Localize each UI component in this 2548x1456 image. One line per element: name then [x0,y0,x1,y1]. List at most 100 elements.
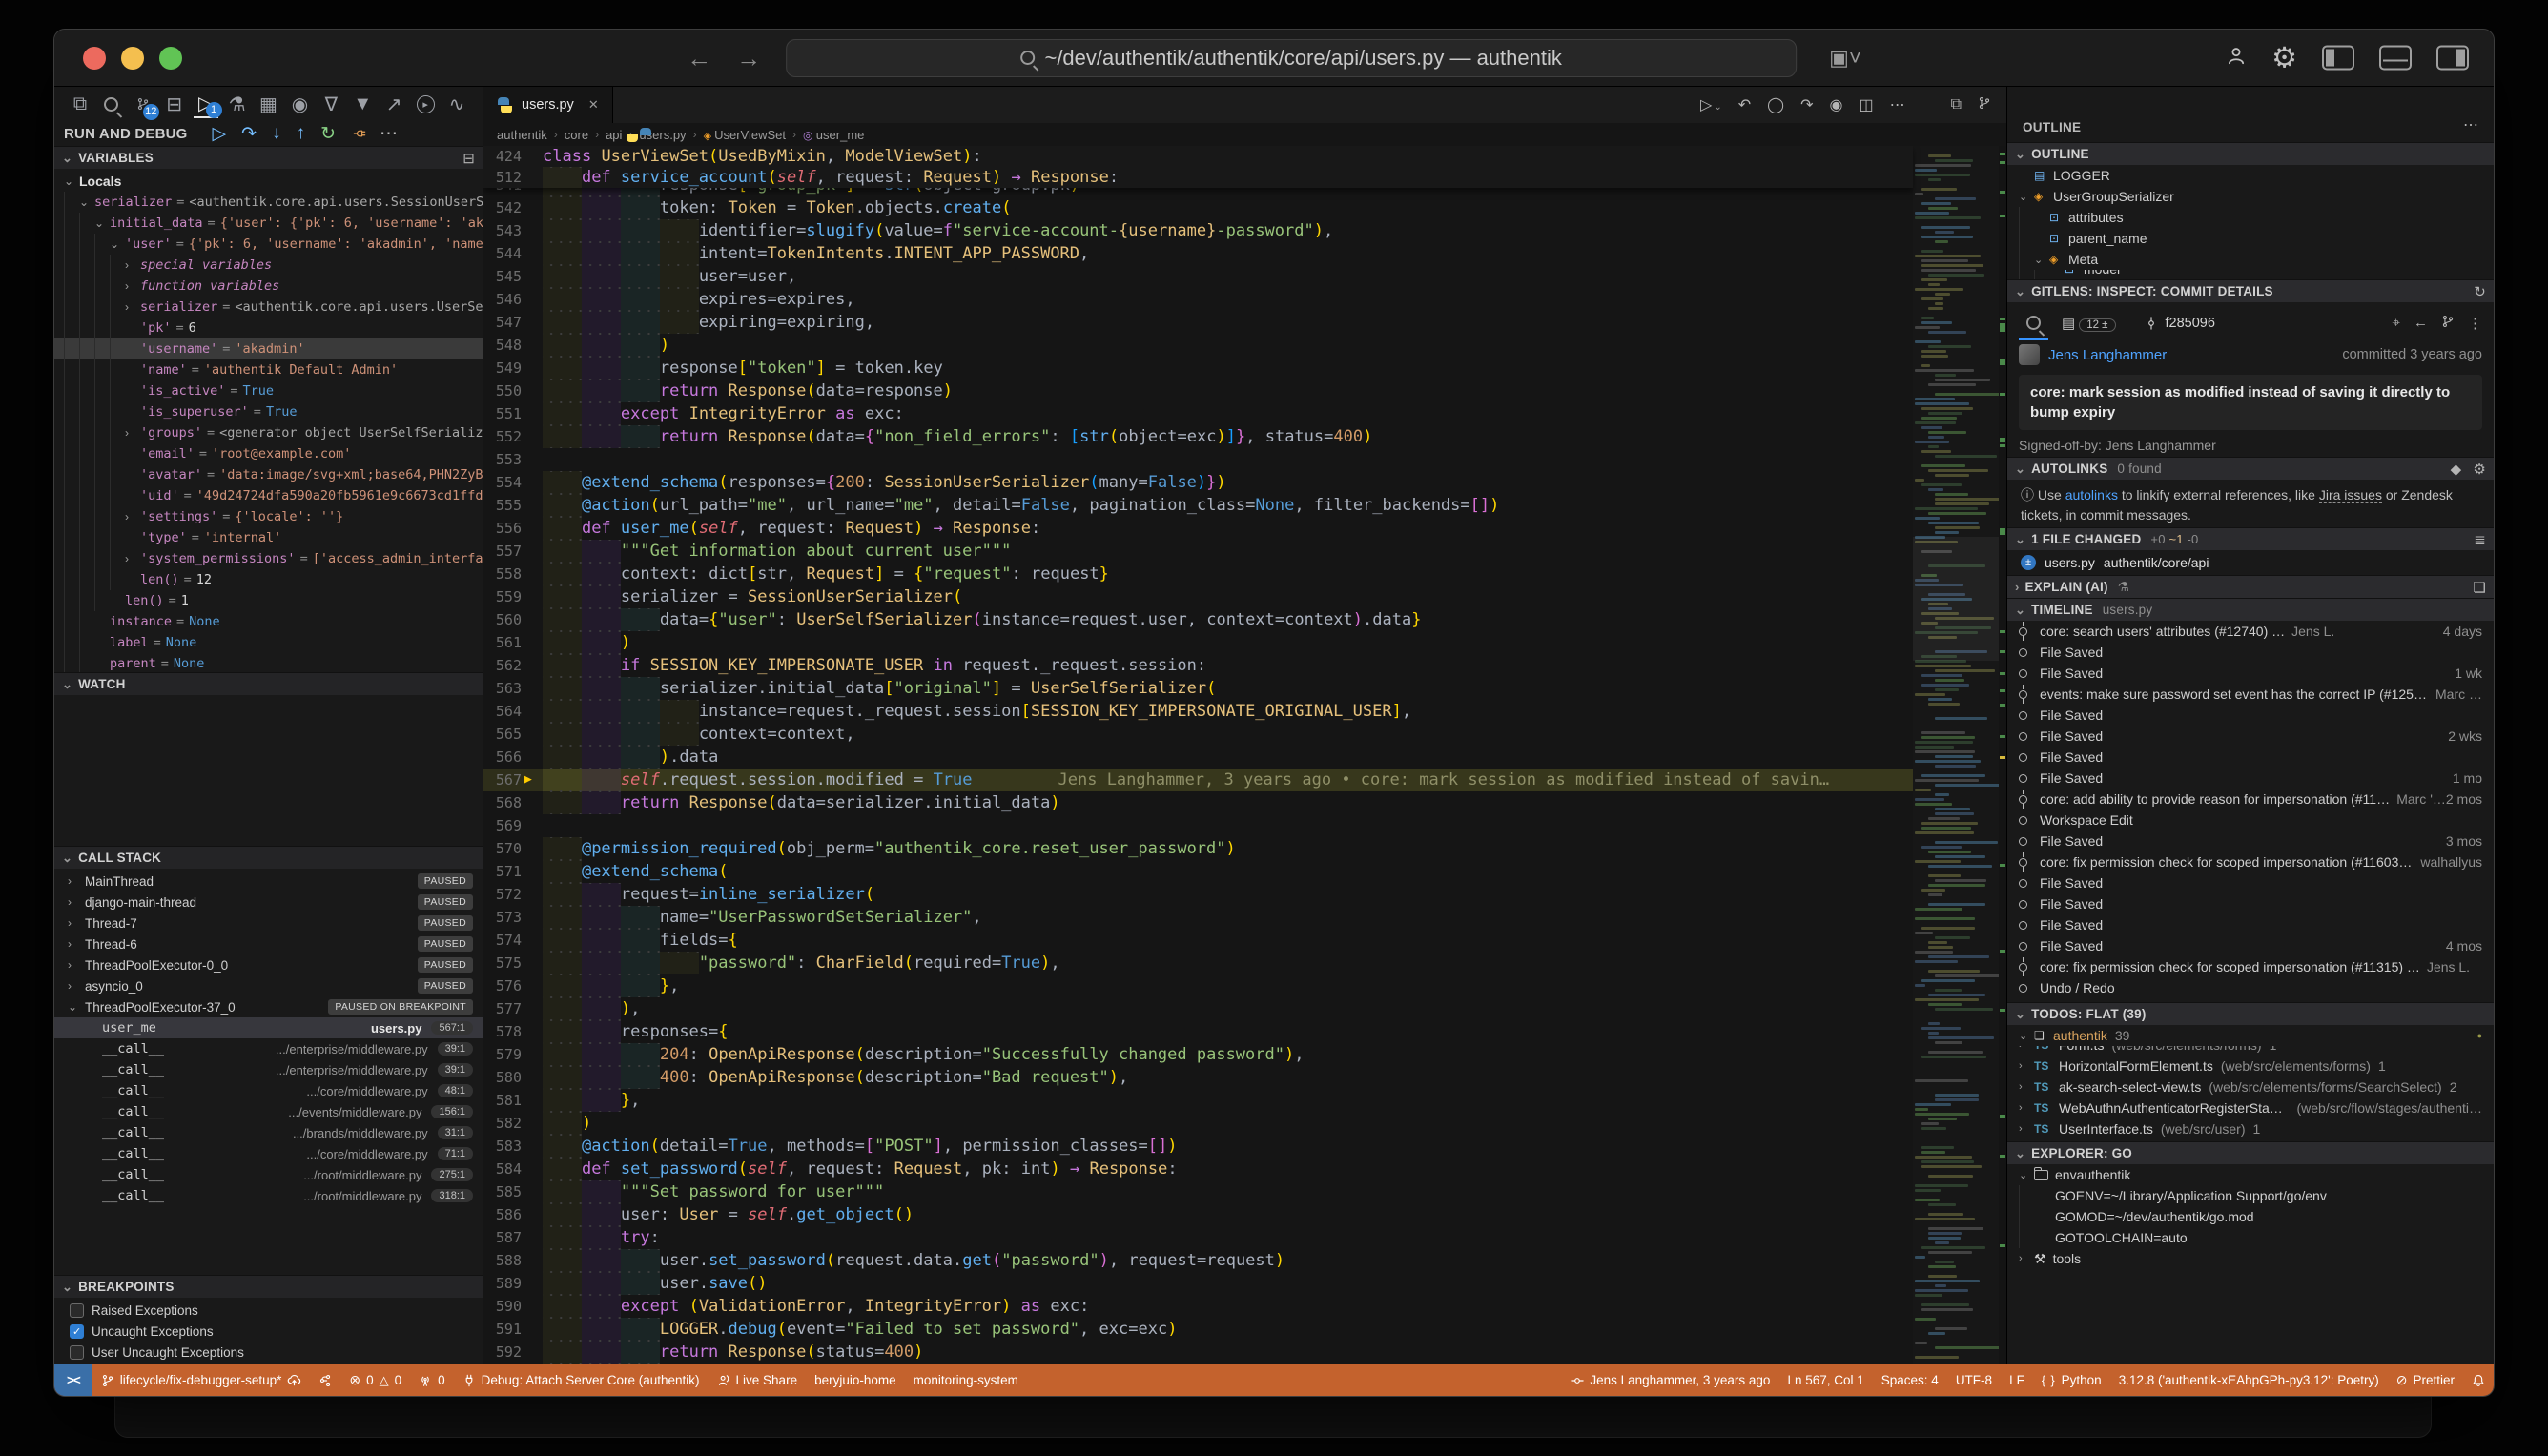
status-language[interactable]: { }Python [2033,1364,2110,1396]
variable-row[interactable]: len()=12 [54,569,483,590]
twisty-icon[interactable]: › [68,937,85,951]
variable-row[interactable]: ⌄serializer=<authentik.core.api.users.Se… [54,192,483,213]
todos-section-header[interactable]: ⌄ TODOS: FLAT (39) [2007,1002,2494,1025]
status-problems[interactable]: ⊗0△0 [340,1364,410,1396]
diamond-icon[interactable]: ◆ [2451,461,2462,478]
gear-icon[interactable]: ⚙ [2473,461,2486,478]
code-line[interactable]: 586 user: User = self.get_object() [483,1203,1913,1226]
autolinks-link[interactable]: autolinks [2065,487,2118,502]
twisty-icon[interactable]: › [125,258,140,272]
continue-icon[interactable]: ▷ [213,123,227,145]
status-indentation[interactable]: Spaces: 4 [1873,1364,1947,1396]
outline-item[interactable]: ⌄◈UserGroupSerializer [2007,186,2494,207]
activity-extensions-icon[interactable]: ▦ [257,90,281,118]
code-line[interactable]: 546 expires=expires, [483,288,1913,311]
command-center-search[interactable]: ~/dev/authentik/authentik/core/api/users… [786,39,1797,77]
code-line[interactable]: 578 responses={ [483,1020,1913,1043]
todo-file-row[interactable]: ›TSUserInterface.ts(web/src/user)1 [2007,1118,2494,1139]
minimize-window-button[interactable] [121,47,144,70]
code-line[interactable]: 560 data={"user": UserSelfSerializer(ins… [483,608,1913,631]
variables-section-header[interactable]: ⌄ VARIABLES ⊟ [54,146,483,169]
split-editor-icon[interactable]: ◫ [1859,95,1873,114]
twisty-icon[interactable]: › [68,874,85,888]
variable-row[interactable]: ›'groups'=<generator object UserSelfSeri… [54,422,483,443]
autolinks-section-header[interactable]: ⌄ AUTOLINKS 0 found ◆⚙ [2007,457,2494,480]
timeline-item[interactable]: File Saved [2007,914,2494,935]
more-icon[interactable]: ⋯ [380,123,398,145]
settings-gear-icon[interactable]: ⚙ [2271,41,2297,74]
twisty-icon[interactable]: › [2019,1081,2034,1093]
code-line[interactable]: 549 response["token"] = token.key [483,357,1913,379]
open-changes-icon[interactable]: ⧉ [1951,96,1962,113]
twisty-icon[interactable]: › [2019,1253,2034,1264]
variable-row[interactable]: 'name'='authentik Default Admin' [54,359,483,380]
jira-issues-link[interactable]: Jira issues [2319,487,2382,503]
activity-run-circle-icon[interactable]: ▸ [413,90,438,118]
twisty-icon[interactable]: › [68,895,85,909]
breadcrumb-item[interactable]: authentik [497,128,547,142]
code-line[interactable]: 542 token: Token = Token.objects.create( [483,196,1913,219]
code-line[interactable]: 589 user.save() [483,1272,1913,1295]
remote-window-icon[interactable]: ▣˅ [1829,46,1861,71]
variable-row[interactable]: parent=None [54,653,483,672]
variable-row[interactable]: ›special variables [54,255,483,276]
todo-file-row[interactable]: ›TSHorizontalFormElement.ts(web/src/elem… [2007,1056,2494,1077]
timeline-item[interactable]: core: fix permission check for scoped im… [2007,851,2494,872]
twisty-icon[interactable]: › [125,279,140,293]
timeline-section-header[interactable]: ⌄ TIMELINE users.py [2007,598,2494,621]
code-line[interactable]: 551 except IntegrityError as exc: [483,402,1913,425]
call-stack-thread[interactable]: ›Thread-7PAUSED [54,913,483,933]
call-stack-frame[interactable]: __call__.../root/middleware.py318:1 [54,1185,483,1206]
code-line[interactable]: 584 def set_password(self, request: Requ… [483,1158,1913,1180]
gitlens-section-header[interactable]: ⌄ GITLENS: INSPECT: COMMIT DETAILS ↻ [2007,279,2494,302]
variable-row[interactable]: 'username'='akadmin' [54,338,483,359]
twisty-icon[interactable]: ⌄ [64,174,79,188]
status-blame[interactable]: Jens Langhammer, 3 years ago [1562,1364,1778,1396]
variable-row[interactable]: 'pk'=6 [54,318,483,338]
variable-row[interactable]: ⌄'user'={'pk': 6, 'username': 'akadmin',… [54,234,483,255]
breadcrumb-item[interactable]: core [565,128,588,142]
variable-row[interactable]: 'type'='internal' [54,527,483,548]
watch-section-header[interactable]: ⌄ WATCH [54,672,483,695]
timeline-item[interactable]: File Saved3 mos [2007,831,2494,851]
timeline-item[interactable]: File Saved1 mo [2007,768,2494,789]
todo-file-row[interactable]: ›TSForm.ts(web/src/elements/forms)1 [2007,1046,2494,1056]
twisty-icon[interactable]: ⌄ [110,237,125,251]
breadcrumb-item[interactable]: users.py [639,128,686,142]
code-line[interactable]: 580 400: OpenApiResponse(description="Ba… [483,1066,1913,1089]
breadcrumb-item[interactable]: api [606,128,622,142]
explorer-row[interactable]: GOENV=~/Library/Application Support/go/e… [2007,1185,2494,1206]
outline-item[interactable]: ⊡attributes [2007,207,2494,228]
code-line[interactable]: 541 response["group_pk"] = str(object=gr… [483,188,1913,196]
timeline-item[interactable]: File Saved [2007,705,2494,726]
call-stack-thread[interactable]: ›ThreadPoolExecutor-0_0PAUSED [54,954,483,975]
variable-row[interactable]: ⌄Locals [54,171,483,192]
breakpoints-section-header[interactable]: ⌄ BREAKPOINTS [54,1275,483,1298]
activity-filter-filled-icon[interactable]: ▼ [350,90,375,118]
activity-search-icon[interactable] [99,90,124,118]
status-kube-context[interactable]: beryjuio-home [806,1364,905,1396]
timeline-item[interactable]: core: add ability to provide reason for … [2007,789,2494,810]
outline-item[interactable]: ⊡parent_name [2007,228,2494,249]
code-line[interactable]: 558 context: dict[str, Request] = {"requ… [483,563,1913,585]
twisty-icon[interactable]: ⌄ [94,216,110,230]
code-line[interactable]: 571 @extend_schema( [483,860,1913,883]
twisty-icon[interactable]: › [125,552,140,565]
code-line[interactable]: 570 @permission_required(obj_perm="authe… [483,837,1913,860]
call-stack-thread[interactable]: ›Thread-6PAUSED [54,933,483,954]
gitlens-files-icon[interactable]: ▤12 ± [2062,315,2116,332]
record-icon[interactable]: ◯ [1767,95,1784,114]
timeline-item[interactable]: Undo / Redo [2007,977,2494,998]
status-encoding[interactable]: UTF-8 [1947,1364,2001,1396]
twisty-icon[interactable]: › [68,979,85,993]
variable-row[interactable]: ›'system_permissions'=['access_admin_int… [54,548,483,569]
activity-test-beaker-icon[interactable]: ⚗ [225,90,250,118]
code-line[interactable]: 547 expiring=expiring, [483,311,1913,334]
twisty-icon[interactable]: ⌄ [2034,254,2049,266]
gitlens-graph-icon[interactable] [1978,96,1991,114]
activity-debug-icon[interactable]: ▷1 [194,90,218,118]
feedback-icon[interactable]: ❏ [2473,579,2486,596]
status-notifications[interactable] [2463,1364,2494,1396]
breadcrumb-item[interactable]: ◈ UserViewSet [704,128,786,142]
activity-source-control-icon[interactable]: 12 [131,90,155,118]
